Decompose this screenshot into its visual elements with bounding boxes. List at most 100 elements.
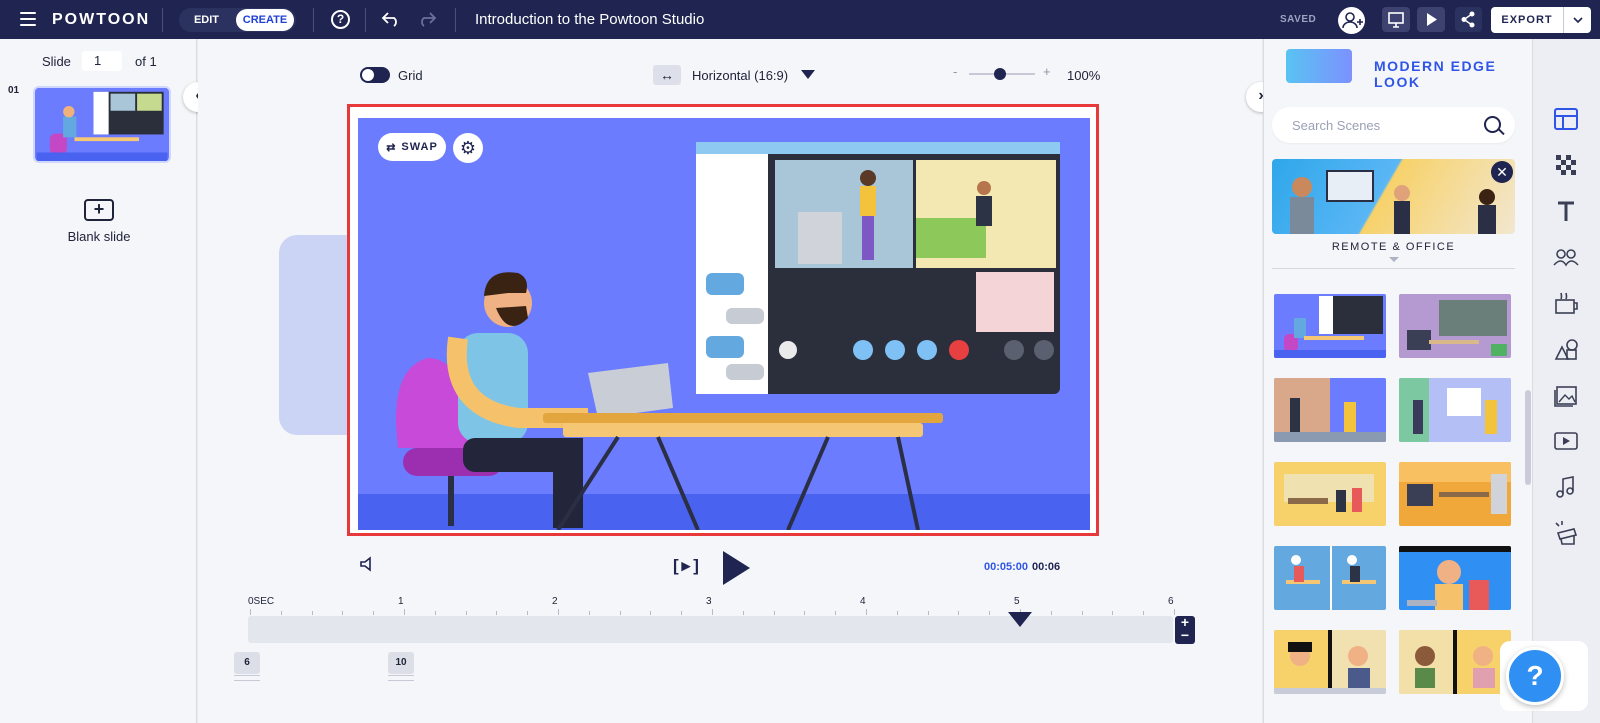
timeline-tick: [280, 611, 282, 615]
tick-label: 0SEC: [248, 596, 275, 607]
timeline-tick: [927, 611, 929, 615]
presentation-mode-icon[interactable]: [1382, 7, 1410, 32]
grid-label: Grid: [398, 68, 423, 83]
slide-index: 01: [8, 85, 20, 96]
search-icon[interactable]: [1484, 116, 1501, 133]
timeline-tick: [742, 611, 744, 615]
scene-thumbnail[interactable]: [1274, 630, 1386, 694]
create-mode-tab[interactable]: CREATE: [236, 9, 294, 31]
export-button[interactable]: EXPORT: [1491, 7, 1591, 33]
export-label[interactable]: EXPORT: [1491, 14, 1563, 26]
tick-label: 4: [860, 596, 866, 607]
share-icon[interactable]: [1455, 7, 1482, 32]
divider: [365, 8, 366, 32]
play-from-frame-icon[interactable]: [▸]: [673, 556, 702, 576]
magic-hat-icon[interactable]: [1552, 519, 1580, 547]
redo-icon[interactable]: [417, 11, 437, 27]
props-icon[interactable]: [1552, 289, 1580, 317]
hamburger-menu-icon[interactable]: [20, 12, 36, 26]
timeline-tick: [989, 611, 991, 615]
shapes-icon[interactable]: [1552, 335, 1580, 363]
scenes-scrollbar[interactable]: [1525, 390, 1531, 485]
orientation-select[interactable]: Horizontal (16:9): [692, 68, 788, 83]
scene-thumbnail[interactable]: [1399, 378, 1511, 442]
timeline-marker[interactable]: 6: [234, 652, 260, 674]
text-icon[interactable]: [1552, 197, 1580, 225]
timeline-zoom-control[interactable]: + −: [1175, 615, 1195, 644]
scene-thumbnail[interactable]: [1399, 294, 1511, 358]
timeline-tick: [866, 609, 867, 615]
timeline-track[interactable]: [248, 616, 1173, 643]
zoom-in-icon[interactable]: +: [1043, 64, 1051, 79]
scene-thumbnail[interactable]: [1274, 294, 1386, 358]
zoom-out-icon[interactable]: -: [953, 64, 957, 79]
orientation-arrows-icon[interactable]: ↔: [653, 65, 681, 85]
swap-arrows-icon: ⇄: [386, 141, 397, 154]
timeline-tick: [1081, 611, 1083, 615]
tick-label: 2: [552, 596, 558, 607]
help-chat-icon[interactable]: ?: [1506, 647, 1564, 705]
scene-thumbnail[interactable]: [1399, 546, 1511, 610]
mode-toggle[interactable]: EDIT CREATE: [179, 8, 296, 32]
play-icon[interactable]: [723, 551, 750, 585]
scenes-layout-icon[interactable]: [1552, 105, 1580, 133]
zoom-slider-handle[interactable]: [994, 68, 1006, 80]
add-collaborator-icon[interactable]: [1338, 7, 1365, 34]
total-duration: 00:06: [1032, 561, 1061, 573]
scene-stage[interactable]: ⇄ SWAP ⚙: [358, 118, 1090, 530]
add-slide-icon: +: [84, 199, 114, 221]
timeline-tick: [712, 609, 713, 615]
scene-thumbnail[interactable]: [1274, 378, 1386, 442]
blank-slide-button[interactable]: + Blank slide: [62, 199, 136, 244]
swap-scene-button[interactable]: ⇄ SWAP: [378, 133, 446, 161]
music-icon[interactable]: [1552, 473, 1580, 501]
characters-icon[interactable]: [1552, 243, 1580, 271]
slide-thumbnail[interactable]: [33, 86, 171, 163]
volume-icon[interactable]: [358, 555, 376, 573]
images-icon[interactable]: [1552, 381, 1580, 409]
powtoon-logo[interactable]: POWTOON: [52, 11, 150, 29]
timeline-tick: [527, 611, 529, 615]
scene-thumbnail[interactable]: [1399, 630, 1511, 694]
undo-icon[interactable]: [381, 11, 401, 27]
featured-scene-card[interactable]: ✕: [1272, 159, 1515, 234]
timeline: 0SEC 1 2 3 4 5 6 + − 6 10: [234, 596, 1198, 706]
saved-status: SAVED: [1280, 14, 1317, 25]
close-icon[interactable]: ✕: [1491, 161, 1513, 183]
orientation-caret-icon[interactable]: [801, 70, 815, 79]
look-title[interactable]: MODERN EDGE LOOK: [1374, 58, 1538, 90]
selected-stage-frame[interactable]: ⇄ SWAP ⚙: [347, 104, 1099, 536]
scene-thumbnail[interactable]: [1274, 462, 1386, 526]
caption-caret-icon: [1389, 257, 1399, 262]
timeline-tick: [619, 611, 621, 615]
divider: [455, 8, 456, 32]
scene-thumbnail[interactable]: [1274, 546, 1386, 610]
marker-lines: [234, 675, 260, 681]
timeline-tick: [681, 611, 683, 615]
timeline-marker[interactable]: 10: [388, 652, 414, 674]
divider: [1272, 268, 1515, 269]
document-title[interactable]: Introduction to the Powtoon Studio: [475, 11, 704, 28]
playhead[interactable]: [1008, 612, 1032, 627]
scene-settings-gear-icon[interactable]: ⚙: [453, 133, 483, 163]
slide-count: of 1: [135, 54, 157, 69]
slide-number-input[interactable]: 1: [82, 51, 122, 71]
tick-label: 6: [1168, 596, 1174, 607]
look-thumbnail[interactable]: [1286, 49, 1352, 83]
timeline-tick: [650, 611, 652, 615]
help-icon[interactable]: ?: [331, 10, 350, 29]
timeline-tick: [404, 609, 405, 615]
backgrounds-checker-icon[interactable]: [1552, 151, 1580, 179]
video-icon[interactable]: [1552, 427, 1580, 455]
canvas-area: Grid ↔ Horizontal (16:9) - + 100% ⇄ SWAP…: [198, 39, 1262, 723]
timeline-tick: [1143, 611, 1145, 615]
scene-illustration: [358, 118, 1090, 530]
category-sidebar: [1532, 39, 1600, 723]
timeline-tick: [588, 611, 590, 615]
search-scenes-input[interactable]: Search Scenes: [1272, 107, 1515, 143]
grid-toggle[interactable]: [360, 67, 390, 83]
preview-play-icon[interactable]: [1417, 7, 1445, 32]
export-dropdown-chevron-icon[interactable]: [1563, 7, 1591, 33]
scene-thumbnail[interactable]: [1399, 462, 1511, 526]
edit-mode-tab[interactable]: EDIT: [179, 14, 234, 26]
